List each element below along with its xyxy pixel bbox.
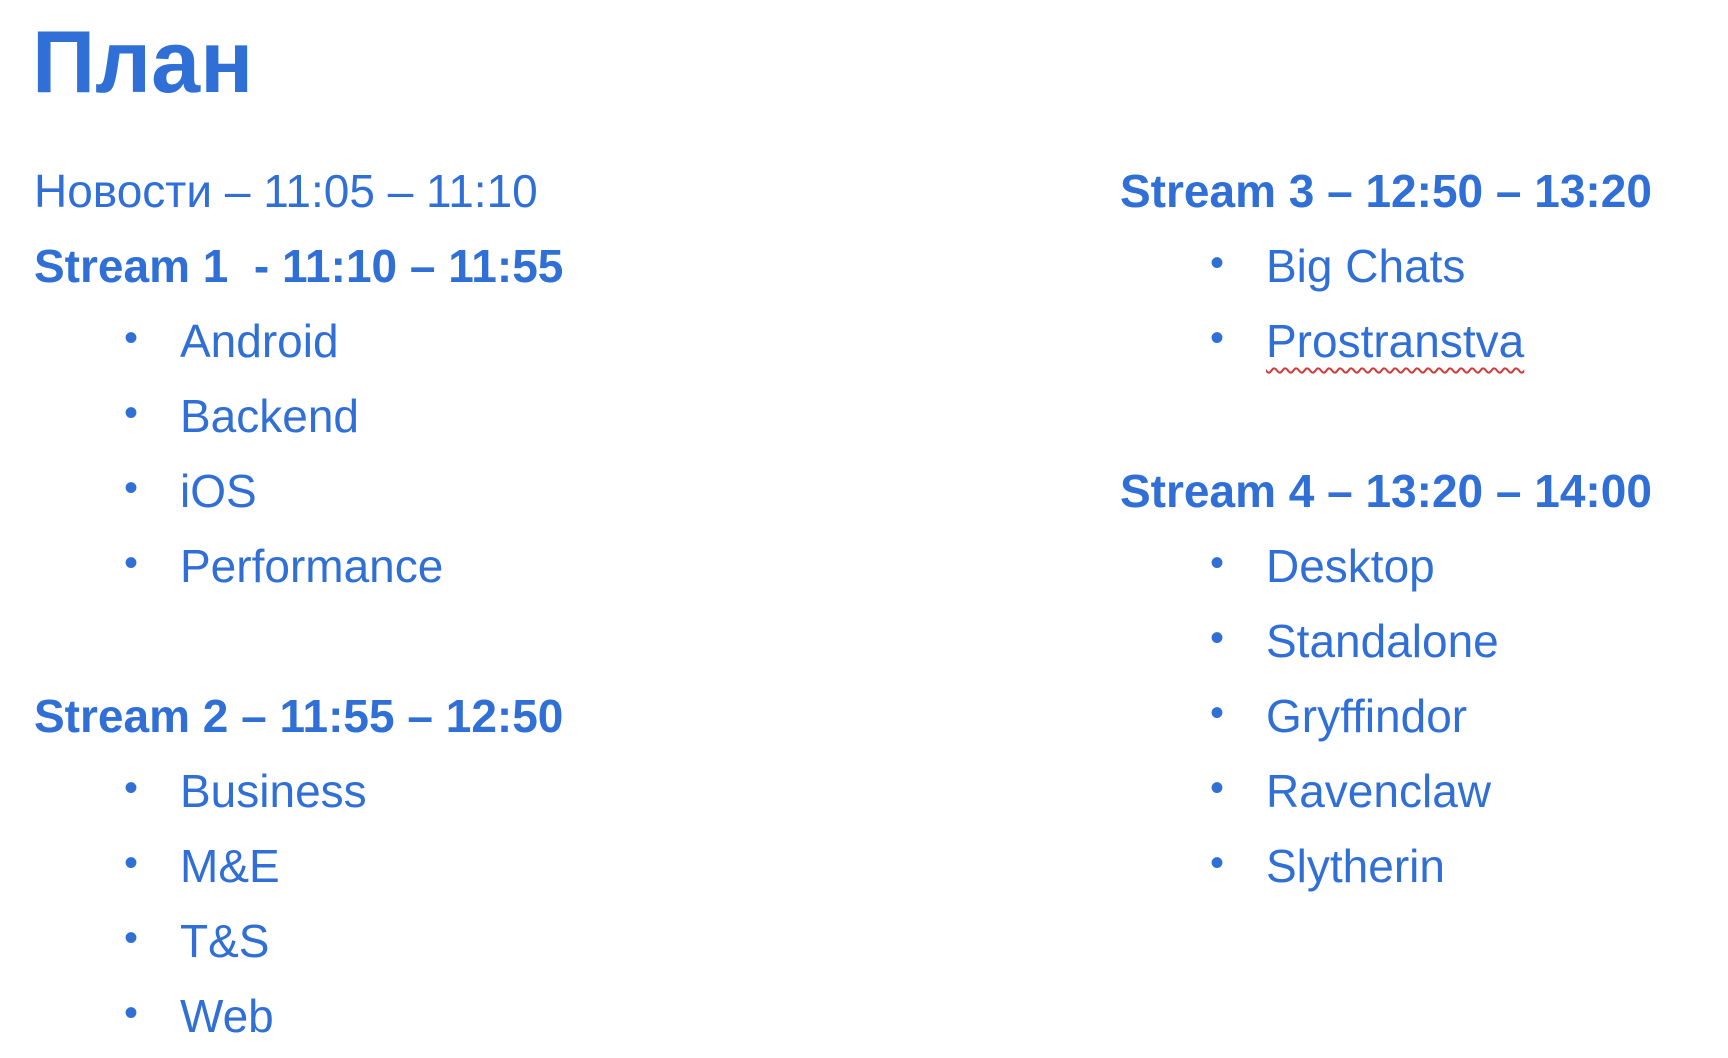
list-item-label: T&S [180, 915, 270, 967]
list-item-label: Backend [180, 390, 360, 442]
bullet-icon: • [1210, 616, 1225, 660]
list-item-label: Web [180, 990, 274, 1042]
bullet-icon: • [1210, 316, 1225, 360]
news-line: Новости – 11:05 – 11:10 [34, 165, 538, 217]
bullet-icon: • [124, 391, 139, 435]
bullet-icon: • [1210, 541, 1225, 585]
bullet-icon: • [1210, 841, 1225, 885]
list-item-label: Business [180, 765, 367, 817]
list-item-label: Gryffindor [1266, 690, 1468, 742]
stream-2-heading: Stream 2 – 11:55 – 12:50 [34, 690, 564, 742]
stream-1-heading: Stream 1 - 11:10 – 11:55 [34, 240, 564, 292]
bullet-icon: • [124, 541, 139, 585]
list-item-label: Android [180, 315, 339, 367]
page-title: План [32, 12, 254, 111]
list-item-label: Big Chats [1266, 240, 1466, 292]
list-item-label: Ravenclaw [1266, 765, 1491, 817]
bullet-icon: • [1210, 691, 1225, 735]
bullet-icon: • [124, 991, 139, 1035]
bullet-icon: • [124, 841, 139, 885]
bullet-icon: • [1210, 766, 1225, 810]
list-item-label: M&E [180, 840, 280, 892]
bullet-icon: • [124, 916, 139, 960]
bullet-icon: • [1210, 241, 1225, 285]
bullet-icon: • [124, 766, 139, 810]
bullet-icon: • [124, 316, 139, 360]
list-item-label: iOS [180, 465, 257, 517]
list-item-label: Prostranstva [1266, 315, 1525, 367]
list-item-label: Standalone [1266, 615, 1499, 667]
stream-3-heading: Stream 3 – 12:50 – 13:20 [1120, 165, 1652, 217]
list-item-label: Performance [180, 540, 444, 592]
list-item-label: Desktop [1266, 540, 1435, 592]
bullet-icon: • [124, 466, 139, 510]
stream-4-heading: Stream 4 – 13:20 – 14:00 [1120, 465, 1652, 517]
list-item-label: Slytherin [1266, 840, 1445, 892]
